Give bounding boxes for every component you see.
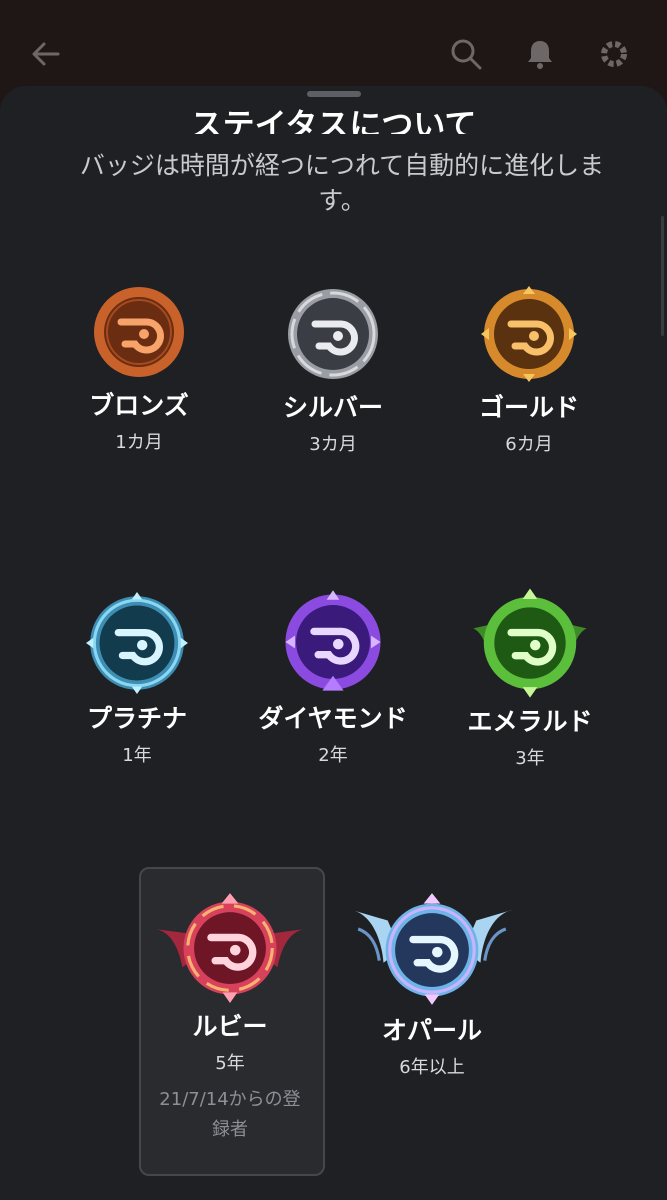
bell-icon[interactable] xyxy=(522,36,558,72)
badge-name: シルバー xyxy=(282,393,383,422)
badge-duration: 6年以上 xyxy=(399,1057,465,1078)
badge-name: オパール xyxy=(381,1016,482,1045)
badge-duration: 1カ月 xyxy=(115,432,163,453)
badge-duration: 1年 xyxy=(122,745,152,766)
opal-badge-icon xyxy=(351,893,513,1005)
badge-gold[interactable]: ゴールド 6カ月 xyxy=(429,284,629,456)
badge-duration: 3カ月 xyxy=(309,434,357,455)
badge-duration: 6カ月 xyxy=(505,434,553,455)
search-icon[interactable] xyxy=(448,36,484,72)
sheet-title: ステイタスについて xyxy=(190,106,477,134)
badge-opal[interactable]: オパール 6年以上 xyxy=(332,891,532,1079)
gear-icon[interactable] xyxy=(596,36,632,72)
badge-name: エメラルド xyxy=(467,707,593,736)
ruby-badge-icon xyxy=(154,893,306,1003)
diamond-badge-icon xyxy=(285,590,381,691)
badge-silver[interactable]: シルバー 3カ月 xyxy=(233,284,433,456)
badge-ruby[interactable]: ルビー 5年 21/7/14からの登録者 xyxy=(130,891,330,1145)
arrow-left-icon[interactable] xyxy=(28,36,64,72)
sheet-subtitle: バッジは時間が経つにつれて自動的に進化します。 xyxy=(79,151,605,215)
gold-badge-icon xyxy=(481,286,577,382)
silver-badge-icon xyxy=(288,289,378,379)
badge-note: 21/7/14からの登録者 xyxy=(159,1089,301,1140)
badge-duration: 3年 xyxy=(515,748,545,769)
badge-emerald[interactable]: エメラルド 3年 xyxy=(430,586,630,770)
badge-diamond[interactable]: ダイヤモンド 2年 xyxy=(233,589,433,767)
bronze-badge-icon xyxy=(94,287,184,377)
badge-name: ブロンズ xyxy=(89,391,189,420)
badge-name: ダイヤモンド xyxy=(258,704,408,733)
badge-name: ルビー xyxy=(192,1012,268,1041)
scrollbar[interactable] xyxy=(661,216,664,336)
badge-name: プラチナ xyxy=(86,704,187,733)
badge-duration: 2年 xyxy=(318,745,348,766)
emerald-badge-icon xyxy=(473,588,587,698)
badge-platinum[interactable]: プラチナ 1年 xyxy=(37,591,237,767)
badge-bronze[interactable]: ブロンズ 1カ月 xyxy=(39,282,239,454)
status-bottom-sheet: ステイタスについて バッジは時間が経つにつれて自動的に進化します。 ブロンズ 1… xyxy=(0,86,667,1200)
platinum-badge-icon xyxy=(86,592,188,694)
badge-duration: 5年 xyxy=(215,1053,245,1074)
badge-name: ゴールド xyxy=(478,393,579,422)
sheet-drag-handle[interactable] xyxy=(307,91,361,97)
